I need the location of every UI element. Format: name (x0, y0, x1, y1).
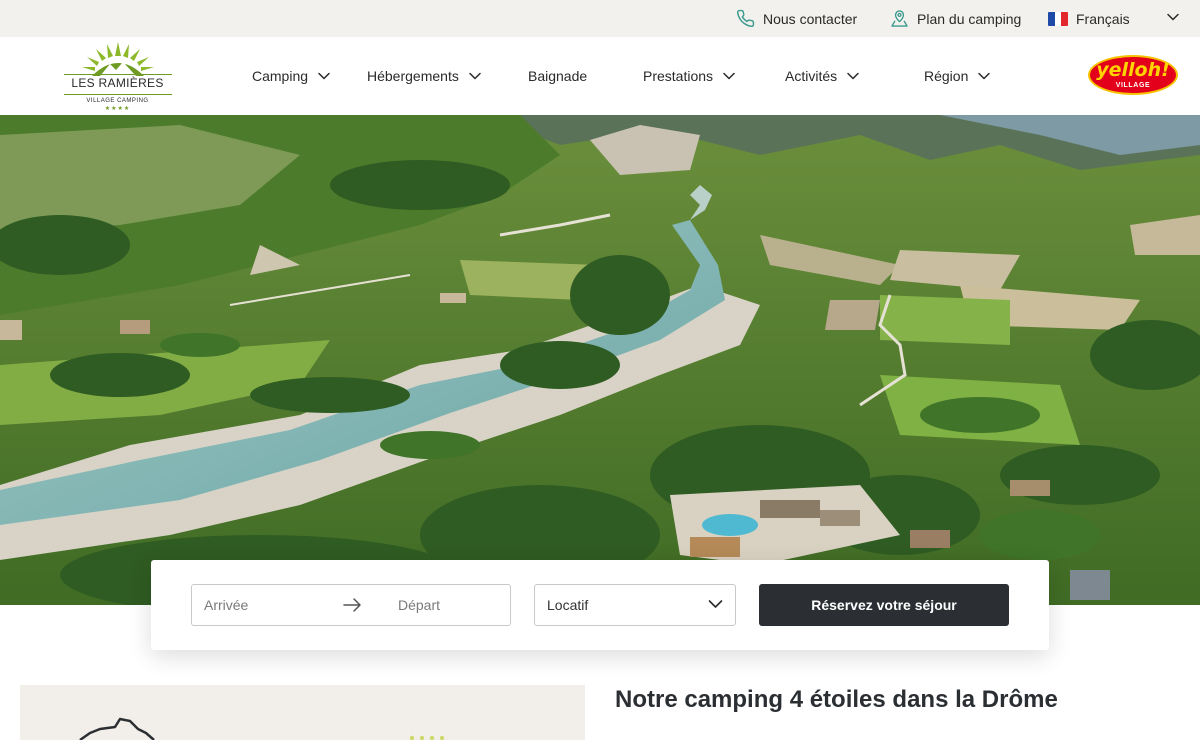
arrow-right-icon (343, 598, 361, 612)
partner-logo-main: yelloh! (1096, 59, 1170, 81)
nav-item-camping[interactable]: Camping (252, 37, 330, 115)
date-range-field[interactable]: Arrivée Départ (191, 584, 511, 626)
chevron-down-icon (847, 72, 859, 80)
france-map-illustration (79, 717, 445, 740)
chevron-down-icon (318, 72, 330, 80)
camping-map-label: Plan du camping (917, 10, 1022, 27)
main-header: LES RAMIÈRES VILLAGE CAMPING ★★★★ Campin… (0, 37, 1200, 115)
accommodation-type-select[interactable]: Locatif (534, 584, 736, 626)
nav-item-label: Camping (252, 68, 309, 84)
chevron-down-icon (723, 72, 735, 80)
accommodation-type-value: Locatif (547, 597, 589, 613)
language-label: Français (1076, 10, 1130, 27)
logo-subtitle: VILLAGE CAMPING (86, 98, 149, 104)
nav-item-label: Région (924, 68, 969, 84)
nav-item-activites[interactable]: Activités (785, 37, 859, 115)
nav-item-baignade[interactable]: Baignade (528, 37, 587, 115)
nav-item-label: Hébergements (367, 68, 459, 84)
phone-icon (736, 9, 755, 28)
chevron-down-icon (978, 72, 991, 80)
chevron-down-icon (708, 600, 723, 608)
book-stay-button[interactable]: Réservez votre séjour (759, 584, 1009, 626)
logo-rule-top (64, 74, 172, 75)
nav-item-region[interactable]: Région (924, 37, 991, 115)
utility-bar: Nous contacter Plan du camping Français (0, 0, 1200, 37)
nav-item-hebergements[interactable]: Hébergements (367, 37, 481, 115)
contact-label: Nous contacter (763, 10, 858, 27)
logo-rule-bottom (64, 94, 172, 95)
region-map-card (20, 685, 585, 740)
yelloh-village-logo[interactable]: yelloh! VILLAGE (1088, 55, 1178, 95)
nav-item-prestations[interactable]: Prestations (643, 37, 735, 115)
sun-rays-logo-icon (82, 42, 154, 76)
nav-item-label: Baignade (528, 68, 588, 84)
contact-link[interactable]: Nous contacter (736, 0, 857, 37)
french-flag-icon (1048, 11, 1068, 26)
arrival-date-input[interactable]: Arrivée (204, 585, 248, 625)
logo-stars: ★★★★ (104, 106, 131, 112)
hero-image (0, 115, 1200, 605)
departure-date-input[interactable]: Départ (398, 585, 440, 625)
camping-map-link[interactable]: Plan du camping (890, 0, 1021, 37)
partner-logo-sub: VILLAGE (1115, 82, 1151, 89)
logo-title: LES RAMIÈRES (71, 76, 164, 90)
nav-item-label: Activités (785, 68, 838, 84)
hero-landscape-illustration (0, 115, 1200, 605)
booking-bar: Arrivée Départ Locatif Réservez votre sé… (151, 560, 1049, 650)
language-selector[interactable]: Français (1048, 0, 1130, 37)
chevron-down-icon (469, 72, 481, 80)
chevron-down-icon[interactable] (1167, 13, 1179, 21)
section-title: Notre camping 4 étoiles dans la Drôme (615, 686, 1058, 713)
nav-item-label: Prestations (643, 68, 714, 84)
location-person-icon (891, 10, 908, 27)
site-logo[interactable]: LES RAMIÈRES VILLAGE CAMPING ★★★★ (60, 42, 175, 114)
